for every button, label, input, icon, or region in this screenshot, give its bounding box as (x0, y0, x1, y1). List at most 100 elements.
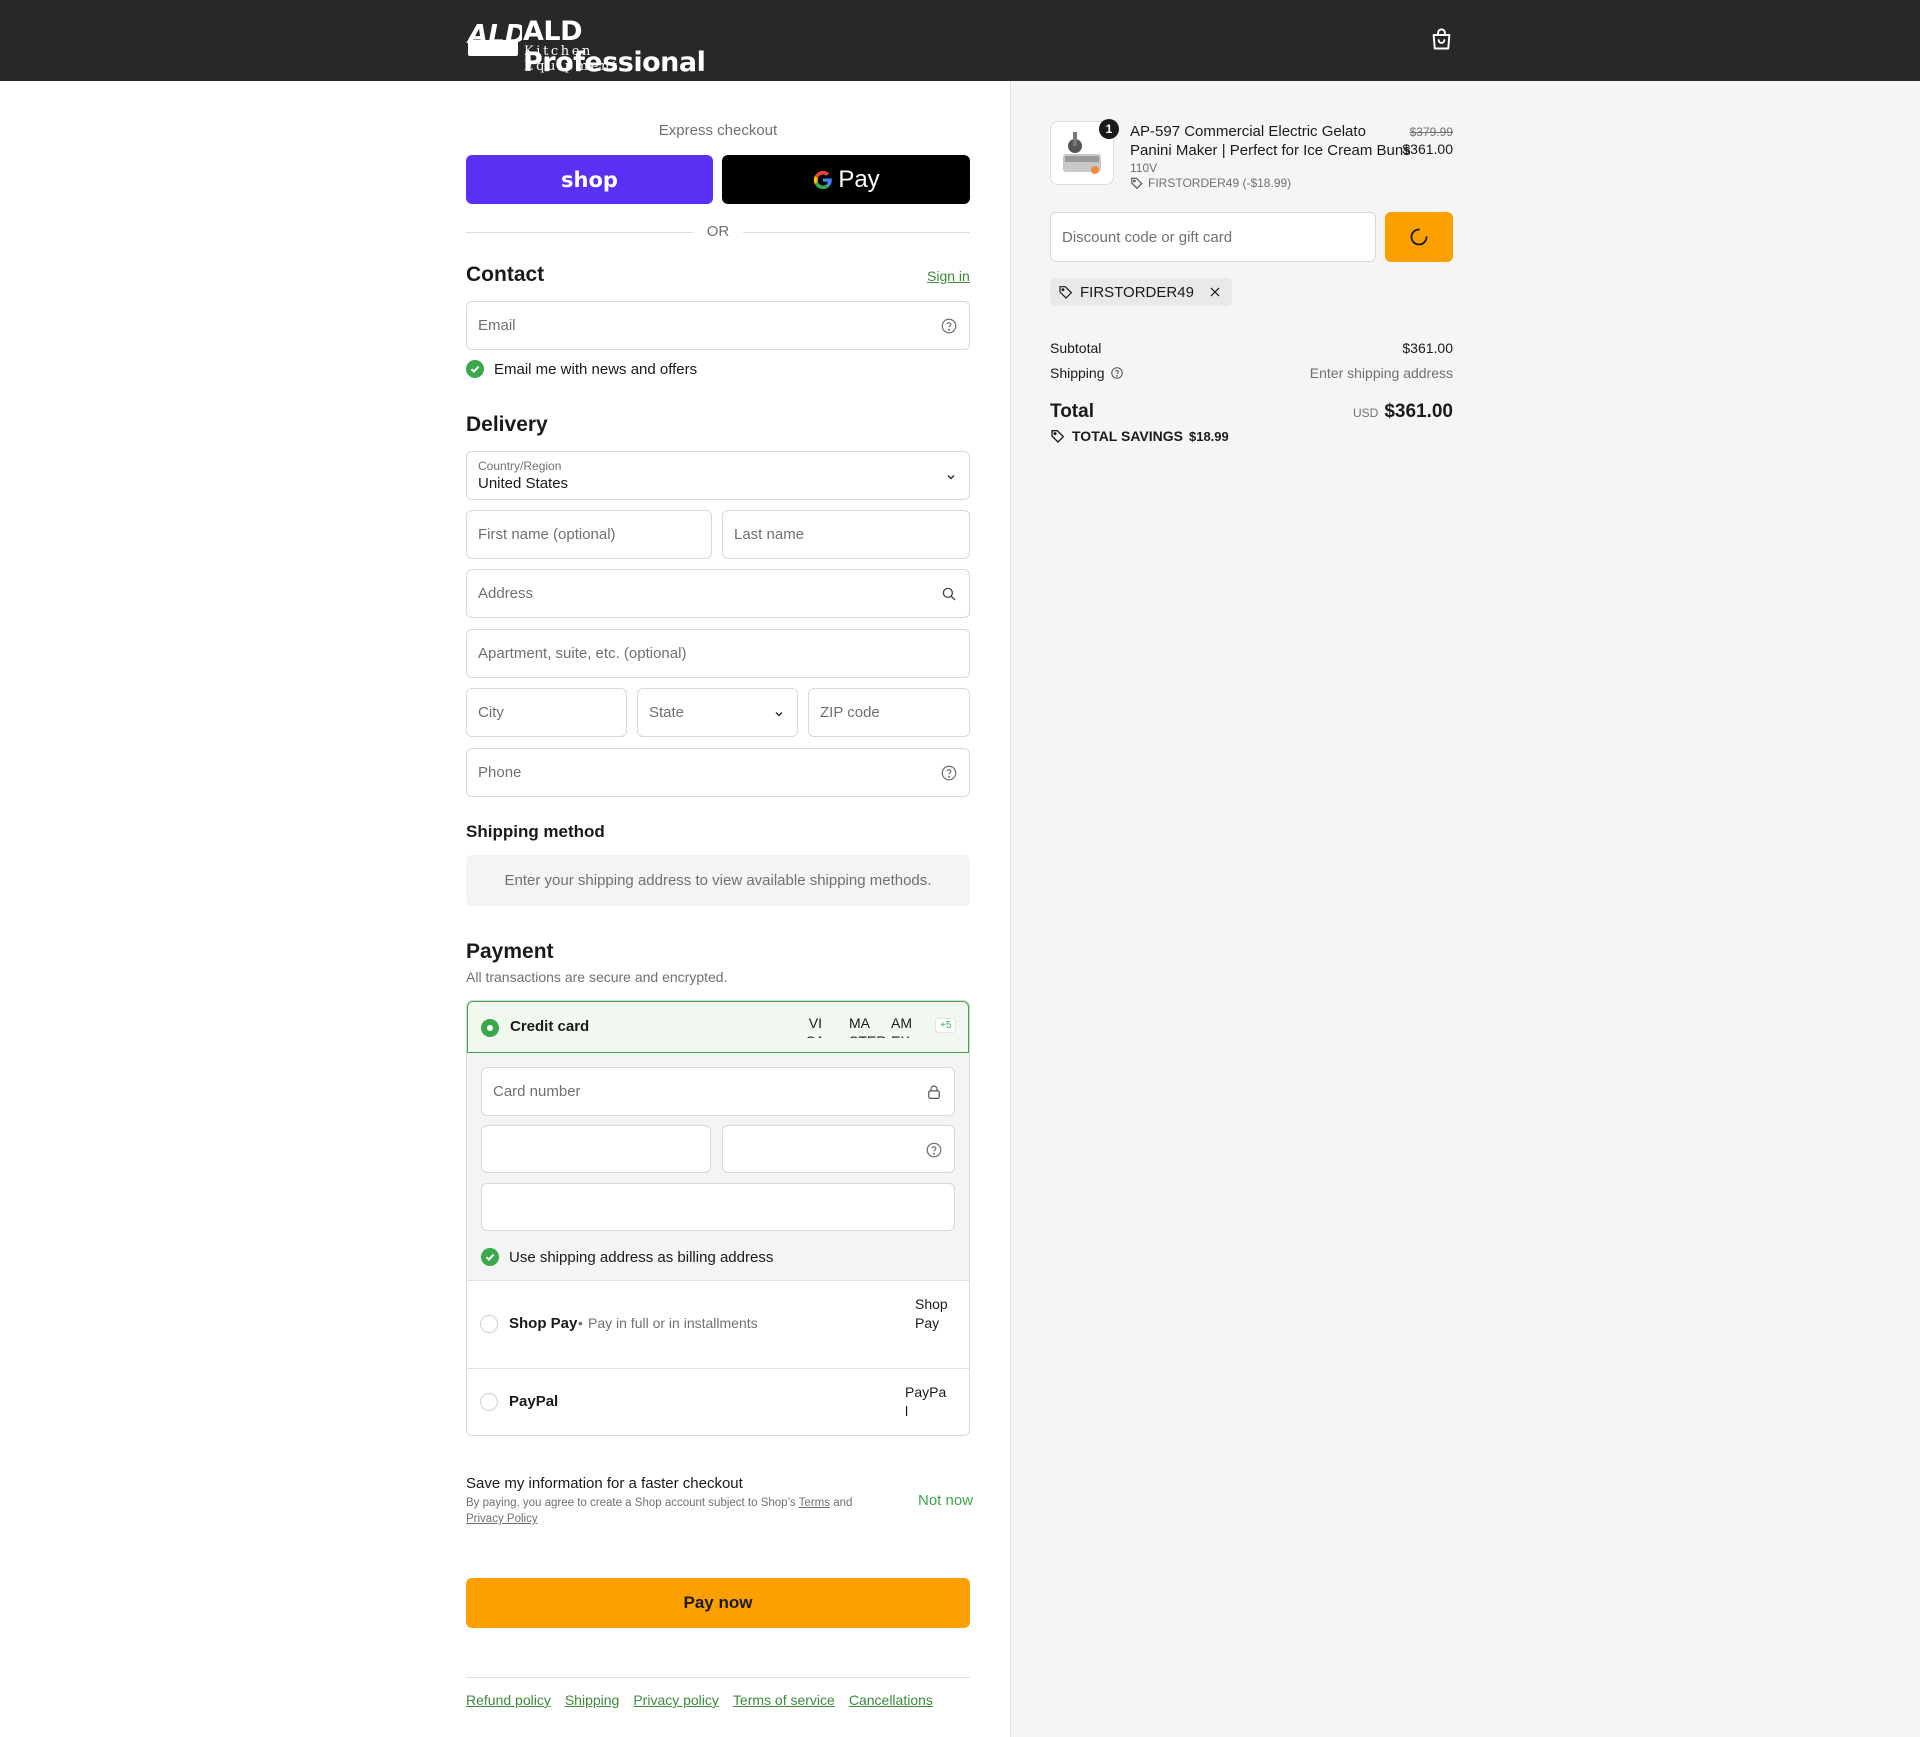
paypal-radio[interactable] (480, 1393, 498, 1411)
shipping-label: Shipping (1050, 365, 1105, 381)
credit-card-form: Use shipping address as billing address (467, 1053, 969, 1281)
express-checkout-title: Express checkout (658, 122, 778, 139)
phone-input[interactable] (467, 749, 969, 796)
terms-of-service-link[interactable]: Terms of service (733, 1692, 835, 1708)
product-name: AP-597 Commercial Electric Gelato Panini… (1130, 122, 1411, 160)
delivery-heading: Delivery (466, 413, 548, 436)
billing-address-checkbox[interactable] (481, 1248, 499, 1266)
credit-card-radio[interactable] (481, 1019, 499, 1037)
total-value-group: USD $361.00 (1300, 401, 1453, 423)
total-savings-value: $18.99 (1188, 428, 1229, 444)
credit-card-option[interactable]: Credit card VI SA MA STER AM EX +5 (467, 1001, 969, 1053)
shop-pay-logo: Shop Pay (915, 1296, 948, 1331)
zip-input[interactable] (809, 689, 969, 736)
apply-discount-button[interactable] (1385, 212, 1453, 262)
name-on-card-field[interactable] (481, 1183, 955, 1231)
address-field[interactable] (466, 569, 970, 618)
amex-card-logo: AM EX (891, 1015, 912, 1038)
apartment-input[interactable] (467, 630, 969, 677)
shop-pay-description: Pay in full or in installments (588, 1315, 758, 1331)
order-summary-pane (1010, 81, 1920, 1737)
paypal-logo: PayPal (905, 1384, 947, 1419)
security-code-input[interactable] (723, 1126, 954, 1172)
quantity-badge: 1 (1099, 119, 1119, 139)
pay-now-button[interactable]: Pay now (466, 1578, 970, 1628)
help-circle-icon[interactable] (940, 317, 958, 335)
tag-icon (1059, 286, 1073, 299)
site-header: ALD ALD Professional Kitchen Equipment (0, 0, 1920, 81)
shipping-method-heading: Shipping method (466, 822, 605, 841)
chevron-down-icon (947, 474, 955, 480)
privacy-policy-link[interactable]: Privacy Policy (466, 1513, 538, 1525)
payment-methods: Credit card VI SA MA STER AM EX +5 Use s… (466, 1000, 970, 1436)
shop-pay-radio[interactable] (480, 1315, 498, 1333)
country-select[interactable]: Country/Region United States (466, 451, 970, 500)
shipping-policy-link[interactable]: Shipping (565, 1692, 620, 1708)
product-variant: 110V (1130, 161, 1158, 175)
payment-heading: Payment (466, 940, 554, 963)
discount-code-input[interactable] (1051, 213, 1375, 261)
help-circle-icon[interactable] (925, 1141, 943, 1159)
google-pay-label: Pay (838, 165, 880, 193)
not-now-button[interactable]: Not now (918, 1492, 973, 1509)
country-value: United States (478, 475, 569, 492)
card-number-field[interactable] (481, 1067, 955, 1116)
expiration-date-field[interactable] (481, 1125, 711, 1173)
city-field[interactable] (466, 688, 627, 737)
help-circle-icon[interactable] (940, 764, 958, 782)
google-pay-button[interactable]: Pay (722, 155, 970, 204)
shop-pay-option[interactable]: Shop Pay • Pay in full or in installment… (467, 1281, 969, 1368)
first-name-field[interactable] (466, 510, 712, 559)
paypal-option[interactable]: PayPal PayPal (467, 1369, 969, 1435)
apartment-field[interactable] (466, 629, 970, 678)
sign-in-link[interactable]: Sign in (927, 268, 970, 284)
subtotal-label: Subtotal (1050, 340, 1102, 356)
name-on-card-input[interactable] (482, 1184, 954, 1230)
currency-code: USD (1352, 406, 1379, 420)
zip-field[interactable] (808, 688, 970, 737)
total-label: Total (1050, 401, 1094, 422)
expiration-date-input[interactable] (482, 1126, 710, 1172)
google-g-icon (814, 170, 833, 189)
address-input[interactable] (467, 570, 969, 617)
or-label: OR (693, 223, 743, 240)
close-icon[interactable] (1208, 285, 1222, 299)
shop-pay-express-button[interactable]: shop (466, 155, 713, 204)
help-circle-icon[interactable] (1110, 366, 1124, 380)
save-info-title: Save my information for a faster checkou… (466, 1475, 743, 1492)
shipping-method-notice: Enter your shipping address to view avai… (466, 855, 970, 906)
state-select[interactable]: State (637, 688, 798, 737)
shipping-value: Enter shipping address (1309, 365, 1453, 381)
footer-links: Refund policy Shipping Privacy policy Te… (466, 1692, 933, 1708)
last-name-input[interactable] (723, 511, 969, 558)
shop-pay-label: shop (561, 167, 618, 192)
last-name-field[interactable] (722, 510, 970, 559)
save-info-description: By paying, you agree to create a Shop ac… (466, 1495, 876, 1527)
loading-spinner-icon (1410, 228, 1428, 246)
first-name-input[interactable] (467, 511, 711, 558)
shopping-bag-icon[interactable] (1428, 26, 1455, 53)
applied-discount-code: FIRSTORDER49 (1080, 283, 1194, 301)
privacy-policy-footer-link[interactable]: Privacy policy (633, 1692, 719, 1708)
city-input[interactable] (467, 689, 626, 736)
security-code-field[interactable] (722, 1125, 955, 1173)
refund-policy-link[interactable]: Refund policy (466, 1692, 551, 1708)
lock-icon (928, 1085, 940, 1099)
news-checkbox[interactable] (466, 360, 484, 378)
tag-icon (1131, 177, 1143, 190)
email-field[interactable] (466, 301, 970, 350)
email-input[interactable] (467, 302, 969, 349)
discount-code-field[interactable] (1050, 212, 1376, 262)
terms-link[interactable]: Terms (799, 1497, 830, 1509)
credit-card-label: Credit card (510, 1018, 590, 1035)
card-number-input[interactable] (482, 1068, 954, 1115)
product-discount-text: FIRSTORDER49 (-$18.99) (1148, 176, 1292, 190)
check-icon (485, 1253, 495, 1262)
total-savings-label: TOTAL SAVINGS (1072, 428, 1183, 444)
subtotal-value: $361.00 (1402, 340, 1453, 356)
cancellations-link[interactable]: Cancellations (849, 1692, 933, 1708)
total-value: $361.00 (1384, 401, 1453, 422)
shop-pay-separator: • (578, 1315, 583, 1331)
phone-field[interactable] (466, 748, 970, 797)
store-logo[interactable]: ALD ALD Professional Kitchen Equipment (466, 14, 706, 78)
